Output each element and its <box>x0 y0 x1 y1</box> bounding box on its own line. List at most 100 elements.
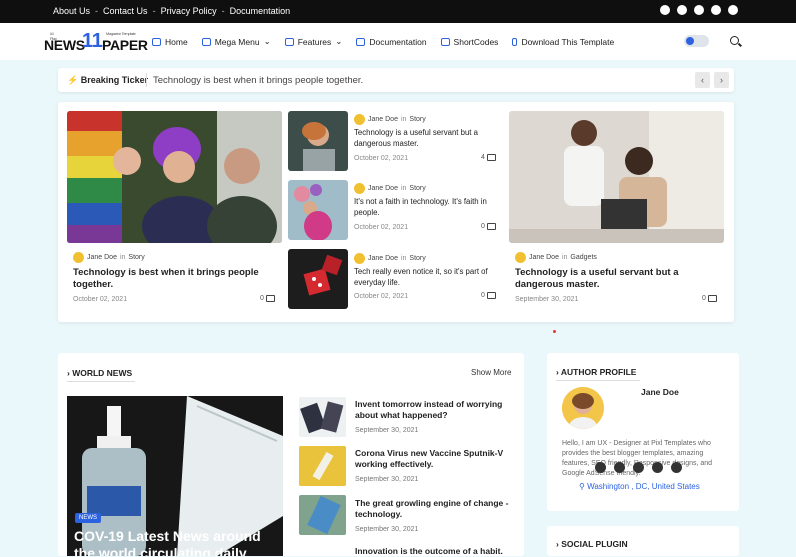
comment-count[interactable]: 4 <box>481 154 496 161</box>
breaking-ticker: ⚡ Breaking Ticker Technology is best whe… <box>58 68 734 92</box>
header: #1 Play NEWS 11 Magazine Template PAPER … <box>0 23 796 60</box>
featured-title-right[interactable]: Technology is a useful servant but a dan… <box>515 267 705 291</box>
nav-features[interactable]: Features ⌄ <box>284 36 343 47</box>
whatsapp-icon[interactable] <box>677 5 687 15</box>
dark-mode-toggle[interactable] <box>684 35 709 47</box>
world-item-title[interactable]: Invent tomorrow instead of worrying abou… <box>355 399 515 421</box>
author-profile-widget: › AUTHOR PROFILE Jane Doe Hello, I am UX… <box>547 353 739 511</box>
world-item-title[interactable]: Corona Virus new Vaccine Sputnik-V worki… <box>355 448 515 470</box>
external-link-icon[interactable] <box>671 462 682 473</box>
top-link-contact[interactable]: Contact Us <box>103 6 148 16</box>
world-news-main-image[interactable]: NEWS COV-19 Latest News around the world… <box>67 396 283 556</box>
post-date: October 02, 2021 <box>354 293 409 300</box>
nav-download[interactable]: Download This Template <box>512 36 614 47</box>
featured-title-3[interactable]: Tech really even notice it, so it's part… <box>354 267 502 288</box>
avatar <box>354 114 365 125</box>
top-links: About Us - Contact Us - Privacy Policy - Do… <box>53 6 291 16</box>
post-date: September 30, 2021 <box>355 526 419 533</box>
post-author[interactable]: Jane Doe in Story <box>354 114 426 125</box>
world-item-title[interactable]: The great growling engine of change - te… <box>355 498 515 520</box>
featured-thumb-2[interactable] <box>288 180 348 240</box>
top-bar: About Us - Contact Us - Privacy Policy - Do… <box>0 0 796 23</box>
post-author[interactable]: Jane Doe in Gadgets <box>515 252 597 263</box>
comment-count[interactable]: 0 <box>481 223 496 230</box>
featured-thumb-1[interactable] <box>288 111 348 171</box>
featured-grid: Jane Doe in Story Technology is best when … <box>58 102 734 322</box>
avatar <box>354 253 365 264</box>
post-date: October 02, 2021 <box>354 224 409 231</box>
featured-thumb-3[interactable] <box>288 249 348 309</box>
world-news-section: › WORLD NEWS Show More NEWS COV-19 Lates… <box>58 353 524 556</box>
instagram-icon[interactable] <box>728 5 738 15</box>
twitter-icon[interactable] <box>711 5 721 15</box>
twitter-icon[interactable] <box>614 462 625 473</box>
section-heading: › WORLD NEWS <box>67 368 133 378</box>
avatar <box>73 252 84 263</box>
folder-icon <box>201 37 211 46</box>
youtube-icon[interactable] <box>633 462 644 473</box>
world-item-title[interactable]: Innovation is the outcome of a habit. <box>355 546 515 557</box>
search-icon[interactable] <box>730 36 739 45</box>
comment-count[interactable]: 0 <box>481 292 496 299</box>
top-social <box>660 5 738 15</box>
post-date: September 30, 2021 <box>355 427 419 434</box>
featured-title-left[interactable]: Technology is best when it brings people… <box>73 267 273 291</box>
nav-shortcodes[interactable]: ShortCodes <box>440 36 498 47</box>
post-date: October 02, 2021 <box>354 155 409 162</box>
post-author[interactable]: Jane Doe in Story <box>73 252 145 263</box>
ticker-prev-button[interactable]: ‹ <box>695 72 710 88</box>
top-link-privacy[interactable]: Privacy Policy <box>161 6 217 16</box>
comment-icon <box>265 295 275 302</box>
layers-icon <box>284 37 294 46</box>
world-thumb-2[interactable] <box>299 446 346 486</box>
top-link-documentation[interactable]: Documentation <box>230 6 291 16</box>
nav-documentation[interactable]: Documentation <box>356 36 427 47</box>
world-news-main-title[interactable]: COV-19 Latest News around the world circ… <box>74 528 279 556</box>
comment-count[interactable]: 0 <box>702 295 717 302</box>
ticker-text[interactable]: Technology is best when it brings people… <box>153 75 363 86</box>
chevron-down-icon: ⌄ <box>335 36 343 46</box>
section-heading: › AUTHOR PROFILE <box>556 367 637 377</box>
category-badge[interactable]: NEWS <box>75 513 101 523</box>
comment-icon <box>707 295 717 302</box>
featured-title-2[interactable]: It's not a faith in technology. It's fai… <box>354 197 499 218</box>
telegram-icon[interactable] <box>694 5 704 15</box>
social-plugin-widget: › SOCIAL PLUGIN <box>547 526 739 556</box>
nav-home[interactable]: Home <box>152 36 188 47</box>
author-social <box>595 462 682 473</box>
comment-icon <box>486 223 496 230</box>
show-more-link[interactable]: Show More <box>471 368 511 377</box>
post-date: October 02, 2021 <box>73 296 128 303</box>
featured-image-left[interactable] <box>67 111 282 243</box>
featured-image-right[interactable] <box>509 111 724 243</box>
map-pin-icon: ⚲ <box>579 482 585 491</box>
home-icon <box>152 37 161 46</box>
post-author[interactable]: Jane Doe in Story <box>354 253 426 264</box>
author-location: ⚲ Washington , DC, United States <box>579 482 700 491</box>
download-icon <box>512 37 518 46</box>
facebook-icon[interactable] <box>660 5 670 15</box>
post-date: September 30, 2021 <box>515 296 579 303</box>
comment-icon <box>486 154 496 161</box>
main-nav: Home Mega Menu ⌄ Features ⌄ Documentation … <box>152 36 614 47</box>
code-icon <box>440 37 450 46</box>
folder-icon <box>356 37 366 46</box>
top-link-about[interactable]: About Us <box>53 6 90 16</box>
nav-mega-menu[interactable]: Mega Menu ⌄ <box>201 36 271 47</box>
comment-icon <box>486 292 496 299</box>
ticker-label: ⚡ Breaking Ticker <box>67 75 149 85</box>
facebook-icon[interactable] <box>595 462 606 473</box>
featured-title-1[interactable]: Technology is a useful servant but a dan… <box>354 128 502 149</box>
post-date: September 30, 2021 <box>355 476 419 483</box>
post-author[interactable]: Jane Doe in Story <box>354 183 426 194</box>
comment-count[interactable]: 0 <box>260 295 275 302</box>
instagram-icon[interactable] <box>652 462 663 473</box>
world-thumb-3[interactable] <box>299 495 346 535</box>
author-name: Jane Doe <box>641 387 679 397</box>
avatar <box>515 252 526 263</box>
world-thumb-1[interactable] <box>299 397 346 437</box>
avatar <box>354 183 365 194</box>
slider-indicator <box>553 330 556 333</box>
ticker-next-button[interactable]: › <box>714 72 729 88</box>
section-heading: › SOCIAL PLUGIN <box>556 539 628 549</box>
